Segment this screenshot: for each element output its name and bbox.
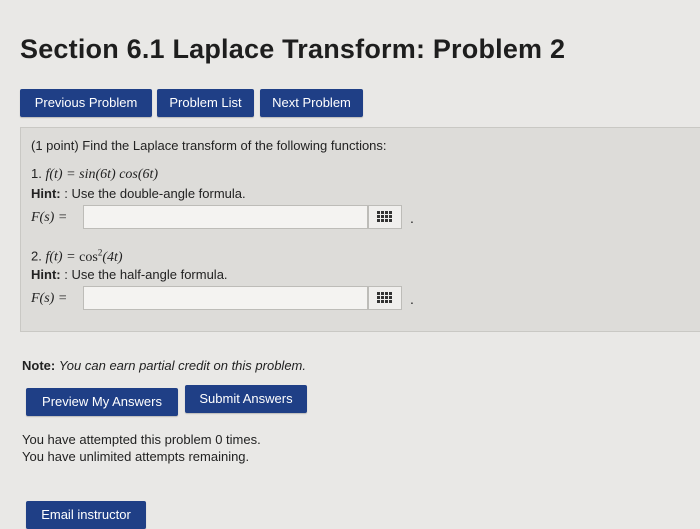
- preview-answers-button[interactable]: Preview My Answers: [26, 388, 178, 416]
- hint-label: Hint:: [31, 267, 61, 282]
- hint-text: : Use the half-angle formula.: [64, 267, 228, 282]
- part-1-lhs: f(t) =: [45, 167, 76, 182]
- submit-answers-button[interactable]: Submit Answers: [185, 385, 307, 413]
- page-title: Section 6.1 Laplace Transform: Problem 2: [20, 34, 566, 64]
- part-2-question: 2. f(t) = cos2(4t): [31, 247, 123, 266]
- note-text: You can earn partial credit on this prob…: [58, 358, 306, 373]
- answer-label-text: F(s) =: [31, 291, 68, 306]
- hint-label: Hint:: [31, 186, 61, 201]
- grid-icon: [377, 292, 392, 303]
- part-2-number: 2.: [31, 248, 42, 264]
- part-1-rhs: sin(6t) cos(6t): [79, 167, 159, 182]
- part-2-lhs: f(t) =: [45, 249, 76, 265]
- answer-label-text: F(s) =: [31, 210, 68, 225]
- part-1-number: 1.: [31, 166, 42, 181]
- attempts-remaining: You have unlimited attempts remaining.: [22, 449, 250, 464]
- part-2-answer-input[interactable]: [83, 286, 368, 310]
- part-1-answer-label: F(s) =: [31, 210, 67, 226]
- equation-editor-button[interactable]: [368, 205, 402, 229]
- part-2-hint: Hint: : Use the half-angle formula.: [31, 267, 228, 282]
- previous-problem-button[interactable]: Previous Problem: [20, 89, 152, 117]
- hint-text: : Use the double-angle formula.: [64, 186, 246, 201]
- part-1-hint: Hint: : Use the double-angle formula.: [31, 186, 246, 201]
- trailing-period: .: [410, 210, 414, 226]
- note-label: Note:: [22, 358, 56, 373]
- part-2-arg: (4t): [102, 249, 123, 265]
- equation-editor-button[interactable]: [368, 286, 402, 310]
- attempts-count: You have attempted this problem 0 times.: [22, 432, 261, 447]
- part-1-question: 1. f(t) = sin(6t) cos(6t): [31, 166, 158, 183]
- problem-list-button[interactable]: Problem List: [157, 89, 254, 117]
- trailing-period: .: [410, 291, 414, 307]
- problem-panel: (1 point) Find the Laplace transform of …: [20, 127, 700, 332]
- next-problem-button[interactable]: Next Problem: [260, 89, 363, 117]
- partial-credit-note: Note: You can earn partial credit on thi…: [22, 358, 306, 373]
- part-2-answer-label: F(s) =: [31, 291, 67, 307]
- grid-icon: [377, 211, 392, 222]
- part-2-cos: cos: [79, 249, 98, 265]
- problem-statement: (1 point) Find the Laplace transform of …: [31, 138, 387, 153]
- part-1-answer-input[interactable]: [83, 205, 368, 229]
